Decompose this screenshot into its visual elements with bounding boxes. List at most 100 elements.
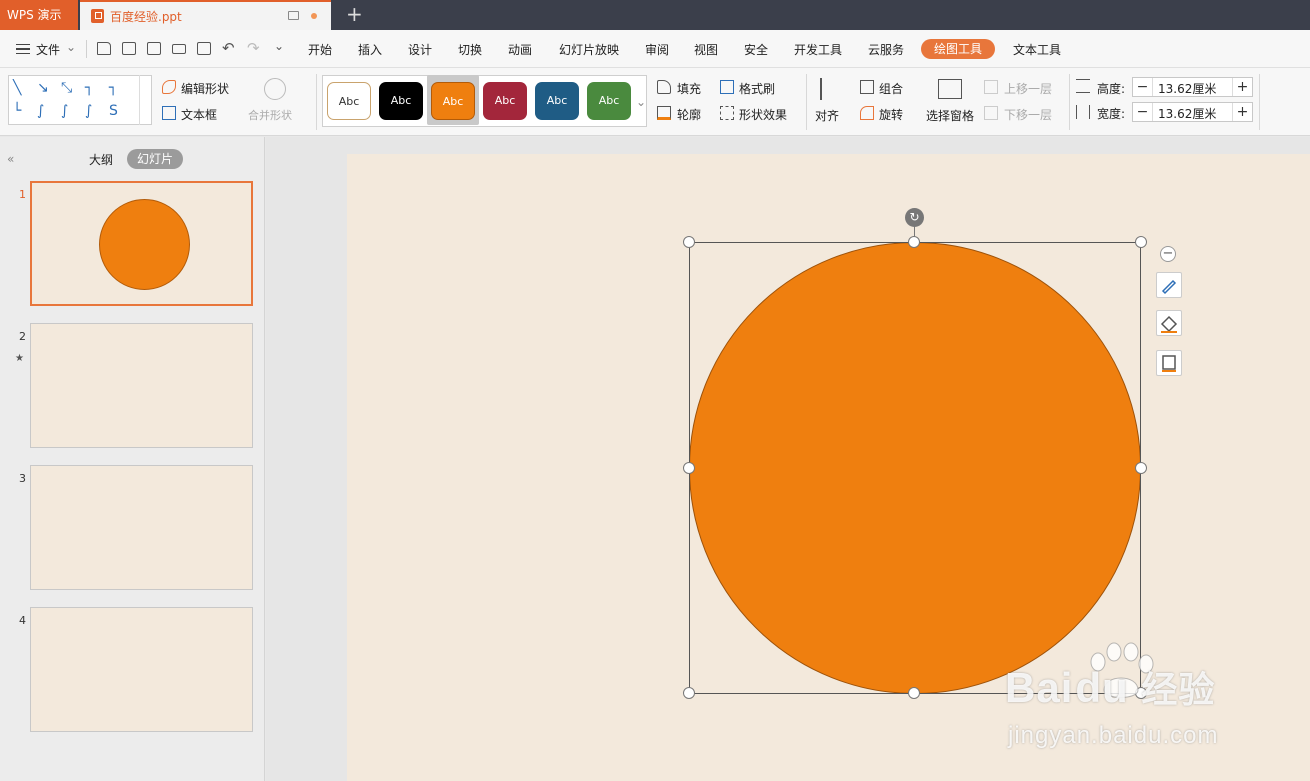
group-button[interactable]: 组合	[879, 80, 903, 97]
divider	[806, 74, 807, 130]
fill-button[interactable]: 填充	[677, 80, 701, 97]
style-more-icon[interactable]: ⌄	[636, 95, 646, 109]
pdf-icon[interactable]	[147, 42, 161, 55]
arrow-shape-icon[interactable]: ↘	[37, 81, 49, 95]
rotate-handle-icon[interactable]: ↻	[905, 208, 924, 227]
new-tab-button[interactable]: +	[346, 3, 363, 25]
resize-handle-e[interactable]	[1135, 462, 1147, 474]
fill-icon	[657, 80, 671, 94]
width-value[interactable]: 13.62厘米	[1158, 105, 1216, 122]
resize-handle-nw[interactable]	[683, 236, 695, 248]
document-tab[interactable]: 百度经验.ppt	[80, 0, 331, 30]
tab-text-tools[interactable]: 文本工具	[1013, 41, 1061, 58]
rotate-button[interactable]: 旋转	[879, 106, 903, 123]
float-fill-button[interactable]	[1156, 310, 1182, 336]
tab-drawing-tools[interactable]: 绘图工具	[921, 39, 995, 59]
divider	[1069, 74, 1070, 130]
print-icon[interactable]	[172, 44, 186, 54]
selection-pane-button[interactable]: 选择窗格	[926, 107, 974, 124]
tab-slides[interactable]: 幻灯片	[127, 149, 183, 169]
float-style-button[interactable]	[1156, 272, 1182, 298]
slide-thumbnail-1[interactable]	[30, 181, 253, 306]
style-swatch-orange[interactable]: Abc	[431, 82, 475, 120]
send-backward-button[interactable]: 下移一层	[1004, 106, 1052, 123]
open-folder-icon[interactable]	[97, 42, 111, 55]
tab-insert[interactable]: 插入	[358, 41, 382, 58]
double-arrow-shape-icon[interactable]: ⤡	[61, 81, 72, 95]
shape-effect-button[interactable]: 形状效果	[739, 106, 787, 123]
tab-security[interactable]: 安全	[744, 41, 768, 58]
monitor-icon[interactable]	[288, 11, 299, 20]
tab-review[interactable]: 审阅	[645, 41, 669, 58]
resize-handle-ne[interactable]	[1135, 236, 1147, 248]
tab-cloud[interactable]: 云服务	[868, 41, 904, 58]
height-input[interactable]: − 13.62厘米 +	[1132, 77, 1253, 97]
tab-design[interactable]: 设计	[408, 41, 432, 58]
group-icon	[860, 80, 874, 94]
height-value[interactable]: 13.62厘米	[1158, 80, 1216, 97]
tab-transition[interactable]: 切换	[458, 41, 482, 58]
watermark-brand: Baidu 经验	[1005, 661, 1215, 713]
align-button[interactable]: 对齐	[815, 107, 839, 124]
gallery-scroll[interactable]	[139, 75, 152, 125]
divider	[86, 40, 87, 58]
width-increase-button[interactable]: +	[1232, 103, 1252, 121]
merge-shapes-button[interactable]: 合并形状	[248, 107, 292, 123]
style-swatch-red[interactable]: Abc	[483, 82, 527, 120]
fill-bucket-icon	[1160, 315, 1178, 333]
divider	[316, 74, 317, 130]
collapse-panel-icon[interactable]: «	[7, 152, 14, 166]
curve-connector-icon[interactable]: ∫	[37, 104, 44, 118]
outline-button[interactable]: 轮廓	[677, 106, 701, 123]
chevron-down-icon[interactable]: ⌄	[66, 40, 76, 54]
width-input[interactable]: − 13.62厘米 +	[1132, 102, 1253, 122]
height-decrease-button[interactable]: −	[1133, 78, 1153, 96]
send-backward-icon	[984, 106, 998, 120]
slide-thumbnail-3[interactable]	[30, 465, 253, 590]
collapse-toolbar-icon[interactable]: −	[1160, 246, 1176, 262]
tab-view[interactable]: 视图	[694, 41, 718, 58]
text-box-button[interactable]: 文本框	[181, 106, 217, 123]
format-painter-button[interactable]: 格式刷	[739, 80, 775, 97]
freeform-icon[interactable]: S	[109, 104, 118, 118]
tab-home[interactable]: 开始	[308, 41, 332, 58]
shape-gallery[interactable]: ╲ ↘ ⤡ ┐ ┐ └ ∫ ∫ ∫ S	[8, 75, 152, 125]
edit-shape-button[interactable]: 编辑形状	[181, 80, 229, 97]
bring-forward-button[interactable]: 上移一层	[1004, 80, 1052, 97]
resize-handle-w[interactable]	[683, 462, 695, 474]
line-shape-icon[interactable]: ╲	[13, 81, 21, 95]
elbow-arrow-icon[interactable]: ┐	[109, 81, 117, 95]
elbow-connector-icon[interactable]: ┐	[85, 81, 93, 95]
style-swatch-white[interactable]: Abc	[327, 82, 371, 120]
tab-outline[interactable]: 大纲	[89, 151, 113, 168]
resize-handle-s[interactable]	[908, 687, 920, 699]
menu-icon[interactable]	[16, 44, 30, 54]
curve-double-arrow-icon[interactable]: ∫	[85, 104, 92, 118]
resize-handle-n[interactable]	[908, 236, 920, 248]
slide-thumbnail-2[interactable]	[30, 323, 253, 448]
print-preview-icon[interactable]	[197, 42, 211, 55]
unsaved-dot-icon	[311, 13, 317, 19]
slide-thumbnail-4[interactable]	[30, 607, 253, 732]
float-outline-button[interactable]	[1156, 350, 1182, 376]
undo-icon[interactable]: ↶	[222, 39, 235, 57]
app-tab[interactable]: WPS 演示	[0, 0, 78, 30]
shape-effect-icon	[720, 106, 734, 120]
tab-animation[interactable]: 动画	[508, 41, 532, 58]
style-swatch-black[interactable]: Abc	[379, 82, 423, 120]
resize-handle-sw[interactable]	[683, 687, 695, 699]
file-menu[interactable]: 文件	[36, 41, 60, 58]
curve-arrow-icon[interactable]: ∫	[61, 104, 68, 118]
save-icon[interactable]	[122, 42, 136, 55]
tab-developer[interactable]: 开发工具	[794, 41, 842, 58]
tab-slideshow[interactable]: 幻灯片放映	[559, 41, 619, 58]
redo-icon[interactable]: ↷	[247, 39, 260, 57]
style-swatch-blue[interactable]: Abc	[535, 82, 579, 120]
watermark-url: jingyan.baidu.com	[1008, 722, 1219, 749]
elbow-double-arrow-icon[interactable]: └	[13, 104, 21, 118]
width-decrease-button[interactable]: −	[1133, 103, 1153, 121]
slide-panel: « 大纲 幻灯片 1 2 ★ 3 4	[0, 137, 265, 781]
height-increase-button[interactable]: +	[1232, 78, 1252, 96]
style-swatch-green[interactable]: Abc	[587, 82, 631, 120]
more-icon[interactable]: ⌄	[274, 39, 284, 53]
